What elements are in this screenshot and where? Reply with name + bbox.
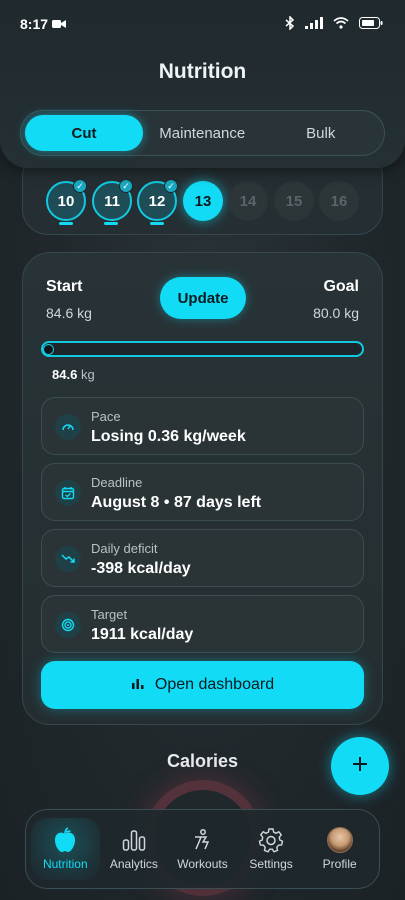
- open-dashboard-button[interactable]: Open dashboard: [41, 661, 364, 709]
- bluetooth-icon: [285, 14, 295, 33]
- goal-label: Goal: [323, 278, 359, 295]
- goal-card: Start 84.6 kg Update Goal 80.0 kg 84.6 k…: [22, 252, 383, 725]
- nav-label: Nutrition: [42, 857, 88, 871]
- mode-toggle: Cut Maintenance Bulk: [20, 110, 385, 156]
- check-icon: ✓: [73, 179, 87, 193]
- mode-option-bulk[interactable]: Bulk: [262, 115, 381, 151]
- signal-icon: [305, 16, 323, 32]
- target-icon: [55, 612, 81, 638]
- day-logged-marker: [104, 222, 118, 225]
- gear-icon: [258, 827, 284, 853]
- deadline-label: Deadline: [91, 475, 143, 490]
- current-weight-unit: kg: [80, 367, 95, 382]
- nav-nutrition[interactable]: Nutrition: [31, 818, 100, 880]
- day-logged-marker: [59, 222, 73, 225]
- nav-label: Profile: [322, 857, 357, 871]
- day-label: 12: [148, 192, 166, 210]
- nav-label: Workouts: [177, 857, 228, 871]
- bottom-nav: Nutrition Analytics Workouts Settings Pr…: [25, 809, 380, 889]
- plus-icon: [352, 756, 368, 777]
- nav-analytics[interactable]: Analytics: [100, 818, 169, 880]
- status-right: [285, 14, 383, 33]
- weight-progress-bar: [41, 341, 364, 357]
- start-value: 84.6 kg: [46, 305, 92, 321]
- workout-icon: [190, 827, 214, 853]
- check-icon: ✓: [164, 179, 178, 193]
- mode-option-maintenance[interactable]: Maintenance: [143, 115, 262, 151]
- nav-settings[interactable]: Settings: [237, 818, 306, 880]
- day-10[interactable]: 10 ✓: [46, 179, 87, 221]
- profile-avatar: [326, 827, 353, 853]
- status-bar: 8:17: [0, 0, 405, 48]
- avatar: [326, 827, 353, 853]
- nav-label: Settings: [249, 857, 293, 871]
- add-button[interactable]: [331, 737, 389, 795]
- start-label: Start: [46, 278, 83, 295]
- check-icon: ✓: [119, 179, 133, 193]
- status-time: 8:17: [20, 16, 49, 32]
- day-14[interactable]: 14: [228, 181, 268, 221]
- bar-chart-icon: [131, 676, 145, 695]
- battery-icon: [359, 16, 383, 32]
- daily-deficit-row[interactable]: Daily deficit -398 kcal/day: [41, 529, 364, 587]
- day-label: 14: [239, 192, 257, 210]
- apple-icon: [53, 827, 77, 853]
- day-label: 15: [285, 192, 303, 210]
- deadline-row[interactable]: Deadline August 8 • 87 days left: [41, 463, 364, 521]
- current-weight-value: 84.6: [52, 367, 78, 382]
- day-15[interactable]: 15: [274, 181, 314, 221]
- day-label: 13: [194, 192, 212, 210]
- target-label: Target: [91, 607, 128, 622]
- wifi-icon: [333, 16, 349, 32]
- open-dashboard-label: Open dashboard: [154, 676, 275, 693]
- day-11[interactable]: 11 ✓: [92, 179, 133, 221]
- daily-deficit-label: Daily deficit: [91, 541, 158, 556]
- target-value: 1911 kcal/day: [91, 626, 194, 643]
- current-weight: 84.6 kg: [52, 367, 95, 382]
- day-label: 10: [57, 192, 75, 210]
- video-camera-icon: [52, 16, 67, 32]
- target-row[interactable]: Target 1911 kcal/day: [41, 595, 364, 653]
- day-label: 11: [104, 192, 120, 210]
- deadline-value: August 8 • 87 days left: [91, 494, 262, 511]
- progress-knob[interactable]: [43, 344, 54, 355]
- calendar-icon: [55, 480, 81, 506]
- pace-label: Pace: [91, 409, 121, 424]
- nav-profile[interactable]: Profile: [305, 818, 374, 880]
- mode-option-cut[interactable]: Cut: [25, 115, 143, 151]
- nav-workouts[interactable]: Workouts: [168, 818, 237, 880]
- day-12[interactable]: 12 ✓: [137, 179, 178, 221]
- pace-value: Losing 0.36 kg/week: [91, 428, 246, 445]
- bar-chart-icon: [122, 827, 146, 853]
- day-label: 16: [330, 192, 348, 210]
- status-left: 8:17: [20, 16, 67, 32]
- daily-deficit-value: -398 kcal/day: [91, 560, 191, 577]
- trend-down-icon: [55, 546, 81, 572]
- page-title: Nutrition: [158, 60, 247, 83]
- goal-value: 80.0 kg: [313, 305, 359, 321]
- day-logged-marker: [150, 222, 164, 225]
- update-button[interactable]: Update: [160, 277, 246, 319]
- nav-label: Analytics: [109, 857, 158, 871]
- pace-row[interactable]: Pace Losing 0.36 kg/week: [41, 397, 364, 455]
- gauge-icon: [55, 414, 81, 440]
- day-16[interactable]: 16: [319, 181, 359, 221]
- day-13[interactable]: 13: [183, 181, 223, 221]
